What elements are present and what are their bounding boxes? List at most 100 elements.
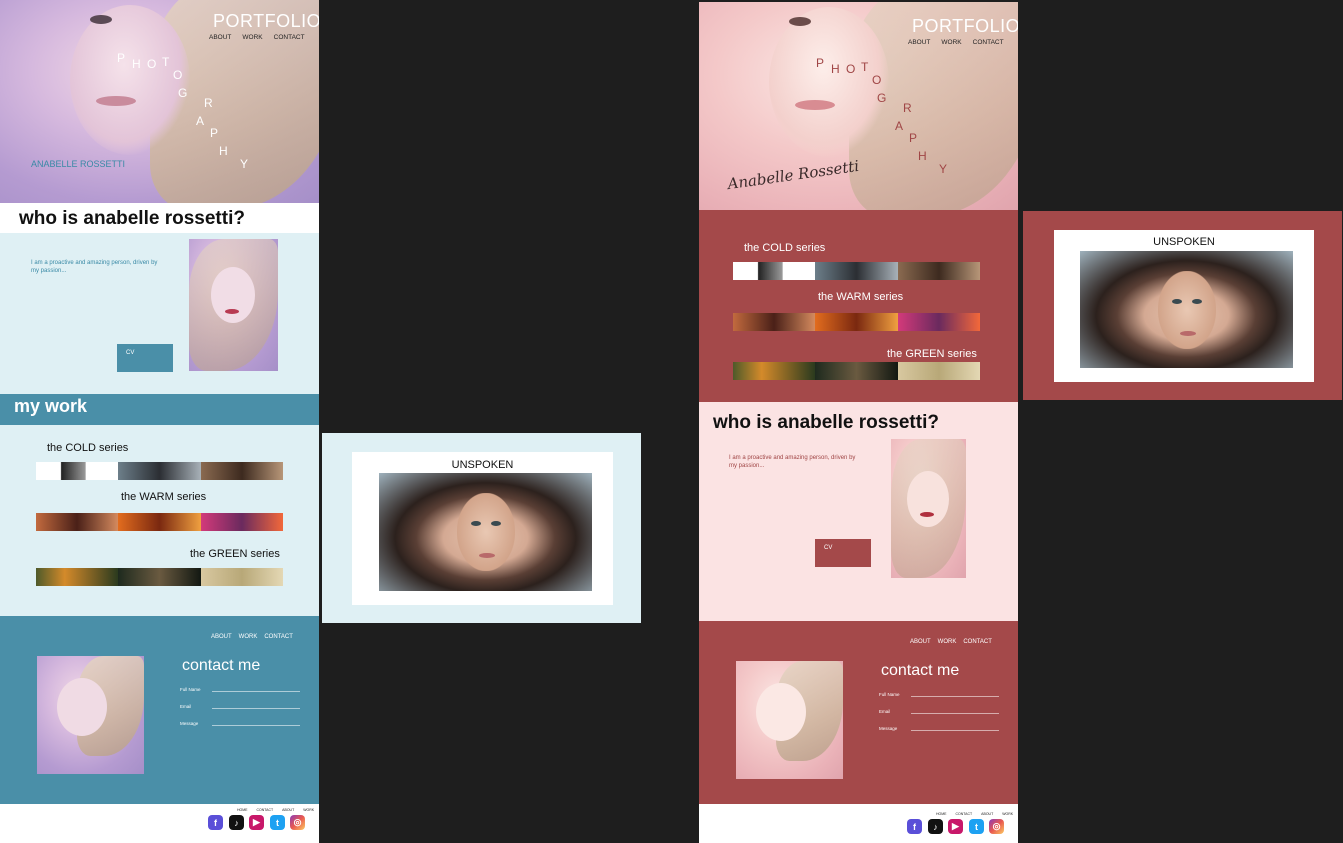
photography-letter: P	[816, 56, 825, 70]
warm-detail-title: UNSPOKEN	[1153, 236, 1215, 248]
about-portrait	[189, 239, 278, 371]
cold-portfolio-frame: PORTFOLIO ABOUT WORK CONTACT P H O T O G…	[0, 0, 319, 843]
email-label: Email	[180, 704, 192, 709]
fullname-field[interactable]	[212, 691, 300, 692]
contact-nav-work[interactable]: WORK	[239, 634, 258, 640]
warm-contact-nav-work[interactable]: WORK	[938, 639, 957, 645]
green-series-strip[interactable]	[36, 568, 283, 586]
photography-letter: Y	[240, 157, 249, 171]
photography-letter: H	[132, 57, 141, 71]
footer-contact[interactable]: CONTACT	[257, 808, 274, 812]
cv-button[interactable]: CV	[117, 344, 173, 372]
photography-letter: H	[918, 149, 927, 163]
contact-heading: contact me	[182, 657, 261, 674]
youtube-icon[interactable]: ▶	[249, 815, 264, 830]
contact-nav-about[interactable]: ABOUT	[211, 634, 232, 640]
photography-letter: P	[909, 131, 918, 145]
warm-footer-contact[interactable]: CONTACT	[956, 812, 973, 816]
warm-contact-heading: contact me	[881, 662, 960, 679]
warm-about-intro: I am a proactive and amazing person, dri…	[729, 455, 856, 469]
series-title-cold: the COLD series	[47, 442, 129, 454]
series-title-green: the GREEN series	[190, 548, 280, 560]
warm-top-nav: ABOUT WORK CONTACT	[908, 39, 1004, 46]
contact-nav-contact[interactable]: CONTACT	[264, 634, 293, 640]
tiktok-icon[interactable]: ♪	[229, 815, 244, 830]
artist-name: ANABELLE ROSSETTI	[31, 159, 126, 169]
warm-series-title-cold: the COLD series	[744, 242, 826, 254]
warm-contact-nav: ABOUT WORK CONTACT	[910, 639, 992, 645]
nav-work[interactable]: WORK	[242, 34, 262, 41]
warm-about-heading: who is anabelle rossetti?	[713, 412, 939, 433]
warm-footer-about[interactable]: ABOUT	[981, 812, 993, 816]
cold-series-strip[interactable]	[36, 462, 283, 480]
photography-letter: O	[846, 62, 856, 76]
detail-title: UNSPOKEN	[451, 459, 514, 471]
warm-fullname-field[interactable]	[911, 696, 999, 697]
warm-message-label: Message	[879, 726, 898, 731]
about-intro: I am a proactive and amazing person, dri…	[31, 260, 158, 274]
photography-letter: G	[178, 86, 188, 100]
warm-fullname-label: Full Name	[879, 692, 900, 697]
instagram-icon[interactable]: ◎	[989, 819, 1004, 834]
photography-letter: R	[204, 96, 213, 110]
facebook-icon[interactable]: f	[907, 819, 922, 834]
footer-nav: HOME CONTACT ABOUT WORK	[237, 808, 314, 812]
work-heading: my work	[14, 396, 88, 416]
warm-series-title-warm: the WARM series	[818, 291, 904, 303]
photography-letter: H	[831, 62, 840, 76]
series-title-warm: the WARM series	[121, 491, 207, 503]
youtube-icon[interactable]: ▶	[948, 819, 963, 834]
warm-cv-button[interactable]: CV	[815, 539, 871, 567]
tiktok-icon[interactable]: ♪	[928, 819, 943, 834]
warm-detail-frame: UNSPOKEN	[1023, 211, 1342, 400]
warm-contact-nav-about[interactable]: ABOUT	[910, 639, 931, 645]
photography-letter: H	[219, 144, 228, 158]
warm-about-portrait	[891, 439, 966, 578]
photography-letter: T	[861, 60, 869, 74]
warm-portfolio-frame: PORTFOLIO ABOUT WORK CONTACT P H O T O G…	[699, 2, 1018, 843]
photography-letter: A	[895, 119, 904, 133]
photography-letter: Y	[939, 162, 948, 176]
warm-footer-home[interactable]: HOME	[936, 812, 947, 816]
photography-letter: P	[210, 126, 219, 140]
warm-footer-nav: HOME CONTACT ABOUT WORK	[936, 812, 1013, 816]
warm-portfolio-title: PORTFOLIO	[912, 16, 1018, 36]
warm-series-strip[interactable]	[36, 513, 283, 531]
warm-contact-nav-contact[interactable]: CONTACT	[963, 639, 992, 645]
photography-letter: O	[147, 57, 157, 71]
warm-green-series-strip[interactable]	[733, 362, 980, 380]
cold-detail-frame: UNSPOKEN	[322, 433, 641, 623]
top-nav: ABOUT WORK CONTACT	[209, 34, 305, 41]
message-field[interactable]	[212, 725, 300, 726]
photography-letter: G	[877, 91, 887, 105]
footer-work[interactable]: WORK	[303, 808, 314, 812]
nav-contact[interactable]: CONTACT	[274, 34, 305, 41]
email-field[interactable]	[212, 708, 300, 709]
warm-nav-about[interactable]: ABOUT	[908, 39, 930, 46]
warm-message-field[interactable]	[911, 730, 999, 731]
photography-letter: O	[872, 73, 882, 87]
photography-letter: R	[903, 101, 912, 115]
contact-portrait	[37, 656, 144, 774]
warm-email-label: Email	[879, 709, 891, 714]
footer-about[interactable]: ABOUT	[282, 808, 294, 812]
warm-warm-series-strip[interactable]	[733, 313, 980, 331]
warm-detail-photo[interactable]	[1080, 251, 1293, 368]
nav-about[interactable]: ABOUT	[209, 34, 231, 41]
twitter-icon[interactable]: t	[270, 815, 285, 830]
warm-cold-series-strip[interactable]	[733, 262, 980, 280]
photography-letter: T	[162, 55, 170, 69]
detail-photo[interactable]	[379, 473, 592, 591]
portfolio-title: PORTFOLIO	[213, 11, 319, 31]
warm-email-field[interactable]	[911, 713, 999, 714]
about-heading: who is anabelle rossetti?	[19, 208, 245, 229]
warm-nav-work[interactable]: WORK	[941, 39, 961, 46]
photography-letter: O	[173, 68, 183, 82]
instagram-icon[interactable]: ◎	[290, 815, 305, 830]
fullname-label: Full Name	[180, 687, 201, 692]
warm-footer-work[interactable]: WORK	[1002, 812, 1013, 816]
warm-nav-contact[interactable]: CONTACT	[973, 39, 1004, 46]
footer-home[interactable]: HOME	[237, 808, 248, 812]
facebook-icon[interactable]: f	[208, 815, 223, 830]
twitter-icon[interactable]: t	[969, 819, 984, 834]
